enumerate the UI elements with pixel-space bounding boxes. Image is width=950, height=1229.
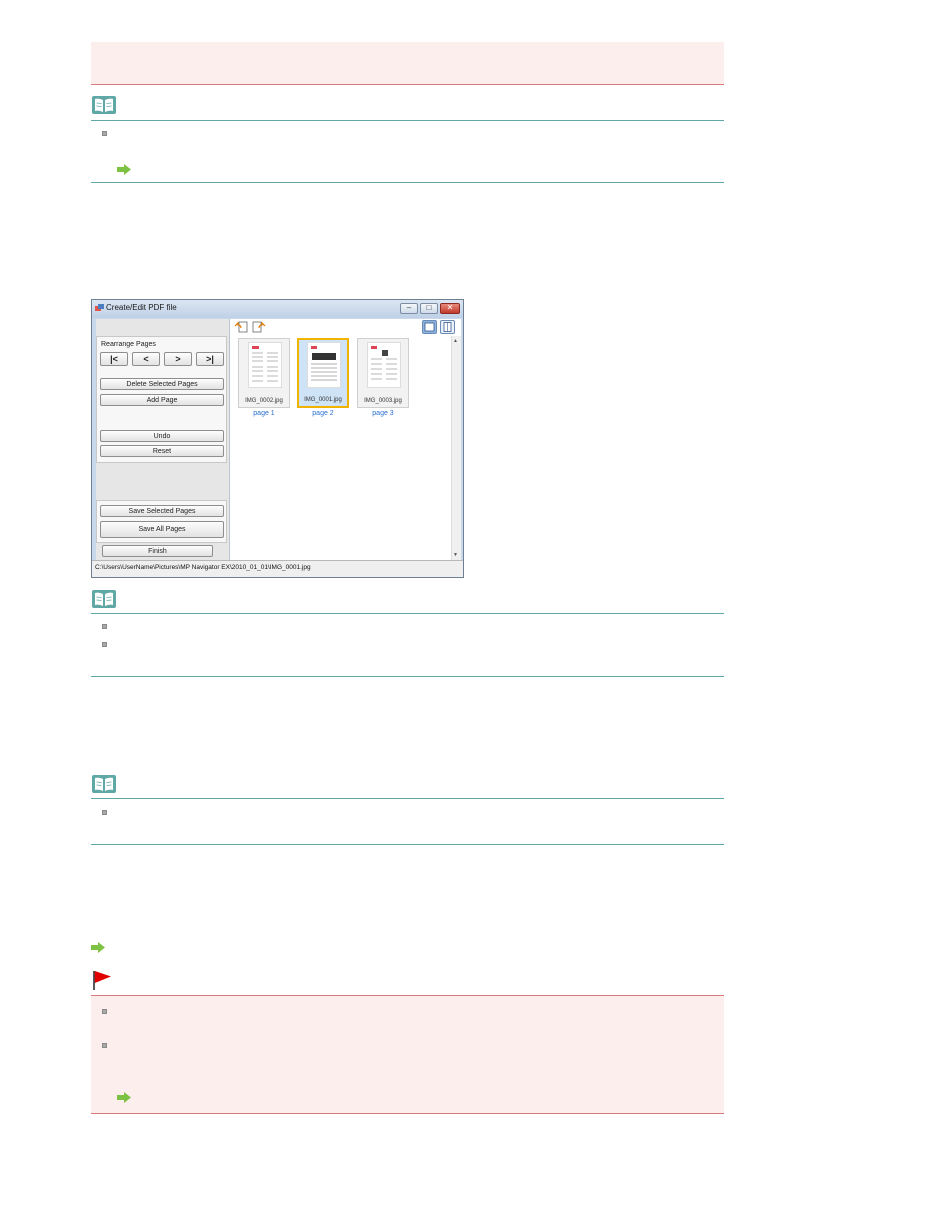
first-page-button[interactable]: |<: [100, 352, 128, 366]
thumbnail-filename: IMG_0002.jpg: [245, 398, 283, 404]
rearrange-panel: Rearrange Pages |< < > >| Delete Selecte…: [96, 336, 227, 463]
page-preview-image: [307, 342, 341, 388]
thumbnail-page-label[interactable]: page 3: [357, 410, 409, 417]
bullet-marker: [102, 642, 107, 647]
page-preview-image: [367, 342, 401, 388]
close-icon: ✕: [446, 303, 454, 312]
rotate-left-icon[interactable]: [234, 320, 248, 333]
bullet-marker: [102, 1043, 107, 1048]
page-preview-image: [248, 342, 282, 388]
previous-page-button[interactable]: <: [132, 352, 160, 366]
window-title: Create/Edit PDF file: [106, 303, 177, 312]
bullet-marker: [102, 1009, 107, 1014]
save-panel: Save Selected Pages Save All Pages: [96, 500, 227, 543]
note-divider: [91, 120, 724, 121]
page-view-button[interactable]: [440, 320, 455, 334]
minimize-button[interactable]: –: [400, 303, 418, 314]
note-divider: [91, 676, 724, 677]
important-box: [91, 995, 724, 1114]
bullet-marker: [102, 810, 107, 815]
save-all-pages-button[interactable]: Save All Pages: [100, 521, 224, 538]
thumbnail-page-label[interactable]: page 1: [238, 410, 290, 417]
page-thumbnail[interactable]: IMG_0002.jpg: [238, 338, 290, 408]
create-edit-pdf-window: Create/Edit PDF file – □ ✕ Rearrange Pag…: [91, 299, 464, 578]
close-button[interactable]: ✕: [440, 303, 460, 314]
vertical-scrollbar[interactable]: ▲ ▼: [451, 336, 461, 560]
thumbnail-filename: IMG_0001.jpg: [304, 397, 342, 403]
app-logo-icon: [95, 304, 104, 311]
note-book-icon: [92, 775, 116, 793]
grid-view-icon: [424, 322, 435, 332]
delete-selected-pages-button[interactable]: Delete Selected Pages: [100, 378, 224, 390]
green-arrow-icon[interactable]: [117, 1092, 131, 1103]
minimize-icon: –: [406, 303, 412, 312]
red-flag-icon: [93, 971, 111, 990]
bullet-marker: [102, 624, 107, 629]
thumbnail-filename: IMG_0003.jpg: [364, 398, 402, 404]
note-book-icon: [92, 590, 116, 608]
note-divider: [91, 844, 724, 845]
thumbnail-view-button[interactable]: [422, 320, 437, 334]
bullet-marker: [102, 131, 107, 136]
status-bar: C:\Users\UserName\Pictures\MP Navigator …: [92, 560, 463, 577]
last-page-button[interactable]: >|: [196, 352, 224, 366]
window-titlebar: Create/Edit PDF file – □ ✕: [92, 300, 463, 318]
scroll-down-icon[interactable]: ▼: [453, 552, 458, 558]
green-arrow-icon[interactable]: [117, 164, 131, 175]
green-arrow-icon[interactable]: [91, 942, 105, 953]
rotate-right-icon[interactable]: [252, 320, 266, 333]
reset-button[interactable]: Reset: [100, 445, 224, 457]
note-divider: [91, 613, 724, 614]
save-selected-pages-button[interactable]: Save Selected Pages: [100, 505, 224, 517]
maximize-button[interactable]: □: [420, 303, 438, 314]
rearrange-label: Rearrange Pages: [101, 341, 156, 348]
thumbnail-page-label[interactable]: page 2: [297, 410, 349, 417]
note-divider: [91, 182, 724, 183]
page-thumbnail[interactable]: IMG_0003.jpg: [357, 338, 409, 408]
finish-button[interactable]: Finish: [102, 545, 213, 557]
note-divider: [91, 798, 724, 799]
single-page-view-icon: [443, 322, 452, 332]
left-panel: Rearrange Pages |< < > >| Delete Selecte…: [96, 319, 229, 560]
note-book-icon: [92, 96, 116, 114]
file-path-status: C:\Users\UserName\Pictures\MP Navigator …: [95, 564, 311, 571]
scroll-up-icon[interactable]: ▲: [453, 338, 458, 344]
thumbnail-area: ▲ ▼ IMG_0002.jpg page 1 IMG_0001.jpg pag…: [229, 319, 461, 560]
maximize-icon: □: [426, 303, 432, 312]
add-page-button[interactable]: Add Page: [100, 394, 224, 406]
important-box-top: [91, 42, 724, 85]
page-thumbnail-selected[interactable]: IMG_0001.jpg: [297, 338, 349, 408]
undo-button[interactable]: Undo: [100, 430, 224, 442]
next-page-button[interactable]: >: [164, 352, 192, 366]
